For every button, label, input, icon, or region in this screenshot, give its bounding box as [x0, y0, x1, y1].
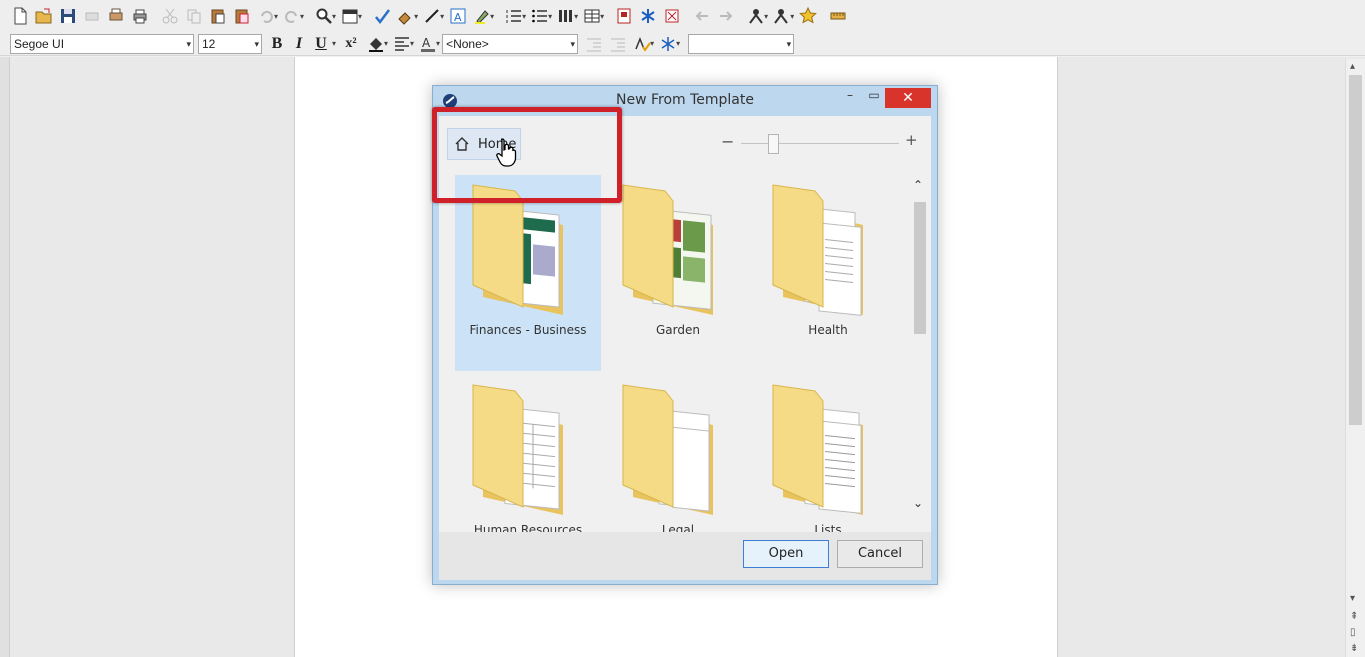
- zoom-slider-track[interactable]: [741, 143, 899, 144]
- spell-check-icon[interactable]: [370, 4, 394, 28]
- close-button[interactable]: ✕: [885, 88, 931, 108]
- cancel-button[interactable]: Cancel: [837, 540, 923, 568]
- page-view-icon[interactable]: ▯: [1350, 627, 1356, 638]
- save-icon[interactable]: [56, 4, 80, 28]
- symbol-icon[interactable]: [636, 4, 660, 28]
- template-folder[interactable]: Finances - Business: [455, 175, 601, 371]
- folder-icon: [472, 384, 563, 515]
- svg-text:A: A: [422, 36, 431, 50]
- zoom-in-button[interactable]: +: [905, 131, 918, 149]
- previous-page-icon[interactable]: ⇞: [1350, 611, 1358, 622]
- folder-icon: [772, 384, 863, 515]
- maximize-icon[interactable]: ▭: [861, 88, 887, 108]
- open-folder-icon[interactable]: [32, 4, 56, 28]
- decrease-indent-icon: [582, 32, 606, 56]
- zoom-out-button[interactable]: −: [721, 132, 734, 151]
- superscript-button[interactable]: x²: [338, 36, 364, 52]
- format-toolbar: Segoe UI ▾ 12 ▾ B I U ▾ x² ▾ ▾ A ▾ <None>…: [0, 32, 1365, 56]
- chevron-down-icon: ▾: [786, 38, 792, 49]
- vertical-scrollbar[interactable]: ▴ ▾ ⇞ ▯ ⇟: [1345, 59, 1365, 657]
- font-size-value: 12: [202, 36, 216, 51]
- template-folder[interactable]: Lists: [755, 375, 901, 532]
- template-folder[interactable]: Legal: [605, 375, 751, 532]
- bold-button[interactable]: B: [266, 35, 288, 53]
- chevron-down-icon: ▾: [186, 38, 191, 49]
- chevron-down-icon: ▾: [254, 38, 259, 49]
- font-name-select[interactable]: Segoe UI ▾: [10, 33, 194, 54]
- template-folder[interactable]: Garden: [605, 175, 751, 371]
- scroll-up-icon[interactable]: ▴: [1350, 61, 1355, 72]
- back-arrow-icon: [690, 4, 714, 28]
- open-button[interactable]: Open: [743, 540, 829, 568]
- scrollbar-thumb[interactable]: [1349, 75, 1362, 425]
- font-size-select[interactable]: 12 ▾: [198, 33, 262, 54]
- next-page-icon[interactable]: ⇟: [1350, 643, 1358, 654]
- copy-icon: [182, 4, 206, 28]
- scroll-down-icon[interactable]: ⌄: [913, 496, 923, 510]
- template-scrollbar[interactable]: ⌃ ⌄: [911, 174, 927, 534]
- text-box-icon[interactable]: A: [446, 4, 470, 28]
- scroll-up-icon[interactable]: ⌃: [913, 178, 923, 192]
- template-folder-label: Human Resources: [473, 523, 583, 532]
- scroll-down-icon[interactable]: ▾: [1350, 593, 1355, 604]
- template-folder[interactable]: Health: [755, 175, 901, 371]
- dialog-footer: Open Cancel: [439, 532, 931, 580]
- bookmark-icon[interactable]: [612, 4, 636, 28]
- folder-icon: [622, 384, 713, 515]
- left-margin: [0, 57, 10, 657]
- extra-select[interactable]: ▾: [688, 33, 795, 54]
- forward-arrow-icon: [714, 4, 738, 28]
- hand-cursor-icon: [496, 138, 517, 167]
- cut-icon: [158, 4, 182, 28]
- style-select[interactable]: <None> ▾: [442, 33, 579, 54]
- folder-icon: [772, 184, 863, 316]
- font-name-value: Segoe UI: [14, 36, 65, 51]
- italic-button[interactable]: I: [288, 35, 310, 53]
- template-folder-label: Garden: [656, 323, 700, 337]
- template-folder-label: Health: [808, 323, 848, 337]
- main-toolbar: ▾ ▾ ▾ ▾ ▾ ▾ A ▾ ▾ ▾ ▾ ▾ ▾ ▾: [0, 0, 1365, 32]
- print-setup-icon[interactable]: [104, 4, 128, 28]
- svg-text:A: A: [454, 11, 462, 24]
- underline-button[interactable]: U: [310, 35, 332, 53]
- increase-indent-icon: [606, 32, 630, 56]
- template-scrollbar-thumb[interactable]: [914, 202, 926, 334]
- print-preview-icon: [80, 4, 104, 28]
- new-document-icon[interactable]: [8, 4, 32, 28]
- minimize-icon[interactable]: –: [837, 88, 863, 108]
- template-folder[interactable]: Human Resources: [455, 375, 601, 532]
- insert-object-icon[interactable]: [660, 4, 684, 28]
- favorite-star-icon[interactable]: [796, 4, 820, 28]
- template-folder-label: Legal: [661, 523, 695, 532]
- style-value: <None>: [446, 36, 489, 51]
- chevron-down-icon: ▾: [570, 38, 576, 49]
- folder-icon: [622, 184, 713, 315]
- paste-special-icon[interactable]: [230, 4, 254, 28]
- paste-icon[interactable]: [206, 4, 230, 28]
- print-icon[interactable]: [128, 4, 152, 28]
- highlight-annotation: [432, 107, 622, 203]
- template-folder-label: Finances - Business: [469, 323, 587, 337]
- template-grid: Finances - Business Garden Health Human …: [439, 174, 909, 532]
- ruler-icon[interactable]: [826, 4, 850, 28]
- zoom-slider-thumb[interactable]: [767, 134, 779, 154]
- template-folder-label: Lists: [814, 523, 842, 532]
